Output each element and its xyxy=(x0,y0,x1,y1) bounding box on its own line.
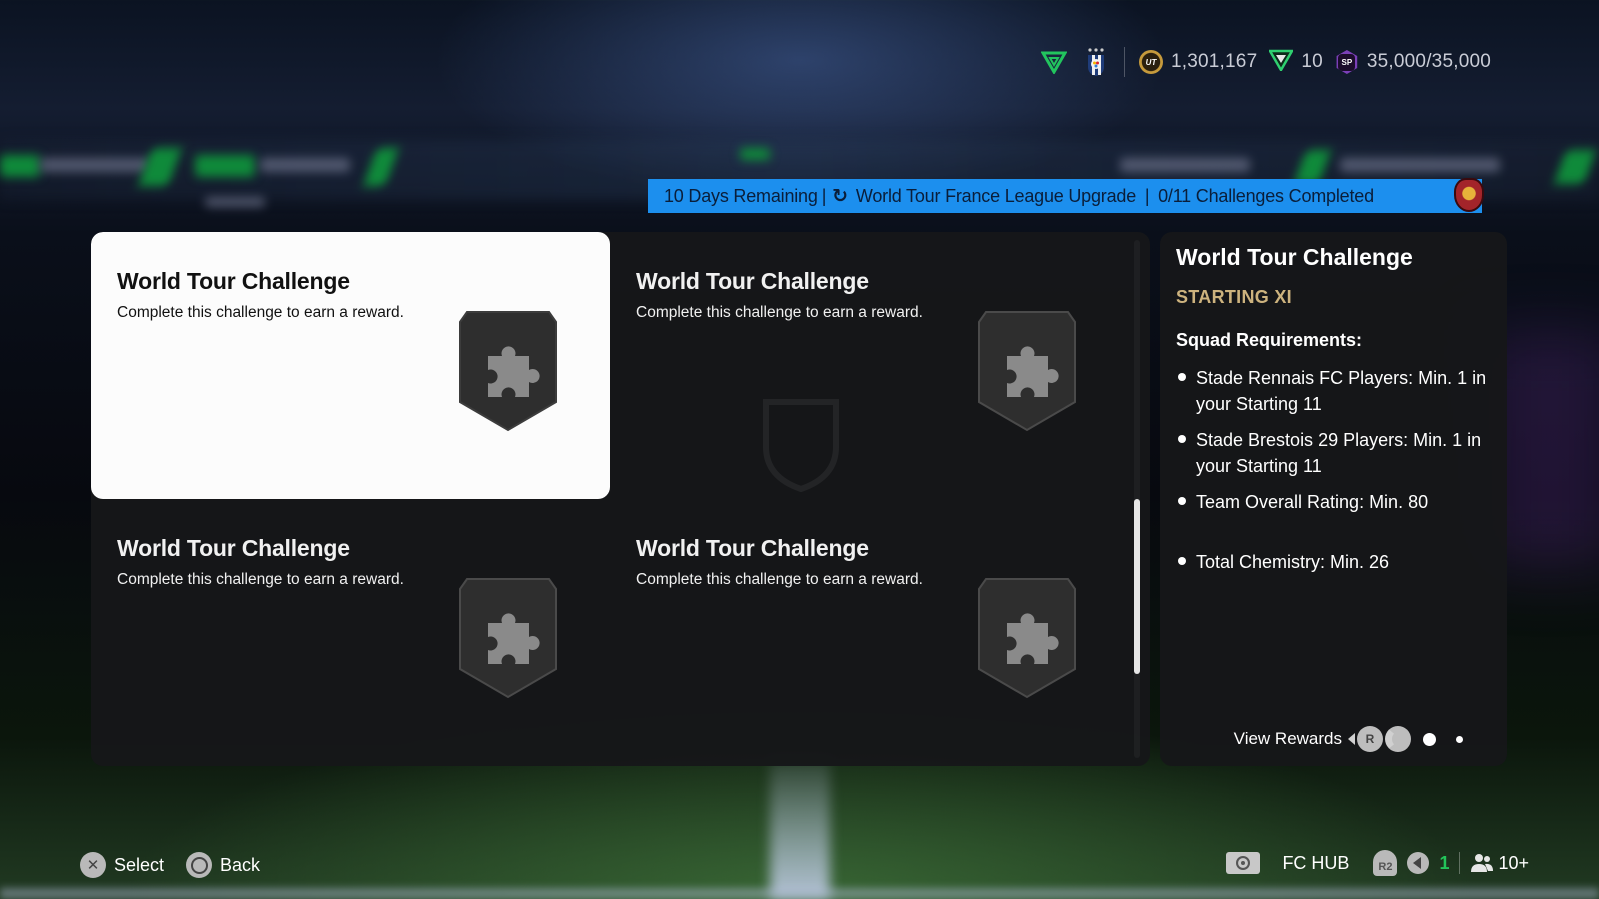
requirement-text: Team Overall Rating: Min. 80 xyxy=(1196,492,1429,512)
challenge-title: World Tour Challenge xyxy=(636,535,869,561)
background-pitch-line xyxy=(0,888,1599,899)
requirements-heading: Squad Requirements: xyxy=(1176,330,1363,350)
season-points-value: 35,000/35,000 xyxy=(1366,51,1491,72)
club-crest-icon xyxy=(1082,48,1110,76)
refresh-icon: ↻ xyxy=(832,185,848,207)
view-rewards-button[interactable]: View Rewards R xyxy=(1234,726,1463,752)
fc-points-icon xyxy=(1268,49,1295,76)
background-ad xyxy=(740,148,770,160)
puzzle-reward-icon xyxy=(978,311,1076,432)
club-badge-icon xyxy=(1040,48,1068,76)
view-rewards-label: View Rewards xyxy=(1233,729,1342,748)
friends-button[interactable]: 10+ xyxy=(1470,853,1529,874)
league-trophy-icon xyxy=(1454,178,1484,212)
challenge-card[interactable]: World Tour Challenge Complete this chall… xyxy=(610,499,1129,766)
background-ad xyxy=(0,155,40,177)
scrollbar-thumb[interactable] xyxy=(1134,499,1140,674)
background-pitch-line xyxy=(770,760,830,899)
requirement-item: Total Chemistry: Min. 26 xyxy=(1176,549,1491,575)
touchpad-icon xyxy=(1226,852,1261,874)
background-ad xyxy=(260,158,350,172)
arrow-right-icon xyxy=(1385,726,1411,752)
fc-hub-button[interactable]: FC HUB xyxy=(1282,853,1349,874)
puzzle-reward-icon xyxy=(459,311,557,432)
background-ad xyxy=(1340,158,1500,172)
r2-button-icon: R2 xyxy=(1373,850,1398,876)
requirement-text: Stade Brestois 29 Players: Min. 1 in you… xyxy=(1196,430,1482,476)
detail-subtitle: STARTING XI xyxy=(1176,287,1292,307)
bullet-icon xyxy=(1178,435,1186,443)
requirement-item: Stade Brestois 29 Players: Min. 1 in you… xyxy=(1176,427,1491,479)
requirement-item: Team Overall Rating: Min. 80 xyxy=(1176,489,1491,515)
fc-points-value: 10 xyxy=(1301,51,1323,72)
sp-icon: SP xyxy=(1336,50,1358,74)
season-points-balance: SP 35,000/35,000 xyxy=(1335,50,1491,74)
challenge-card[interactable]: World Tour Challenge Complete this chall… xyxy=(91,499,610,766)
background-ad xyxy=(1120,158,1250,172)
requirement-text: Total Chemistry: Min. 26 xyxy=(1196,552,1390,572)
challenges-progress: 0/11 Challenges Completed xyxy=(1158,185,1374,206)
footer-status: FC HUB R2 1 10+ xyxy=(1226,850,1529,876)
cross-button-icon: ✕ xyxy=(80,852,106,878)
coins-balance: UT 1,301,167 xyxy=(1139,50,1257,74)
challenge-detail-panel: World Tour Challenge STARTING XI Squad R… xyxy=(1160,232,1507,766)
circle-button-icon xyxy=(186,852,213,878)
challenge-title: World Tour Challenge xyxy=(636,268,869,294)
challenge-card[interactable]: World Tour Challenge Complete this chall… xyxy=(91,232,610,499)
detail-title: World Tour Challenge xyxy=(1176,244,1413,270)
arrow-left-icon xyxy=(1348,733,1355,745)
currency-bar: UT 1,301,167 10 SP 35,000/35,000 xyxy=(1040,44,1491,80)
requirements-list: Stade Rennais FC Players: Min. 1 in your… xyxy=(1176,365,1491,575)
days-remaining: 10 Days Remaining xyxy=(664,185,818,206)
notification-count: 1 xyxy=(1439,852,1450,873)
background-ad xyxy=(195,155,255,177)
puzzle-reward-icon xyxy=(459,578,557,699)
fc-points-balance: 10 xyxy=(1268,49,1323,76)
challenge-title: World Tour Challenge xyxy=(117,268,350,294)
challenge-title: World Tour Challenge xyxy=(117,535,350,561)
divider xyxy=(1124,47,1126,77)
divider xyxy=(1459,852,1461,874)
page-indicator[interactable] xyxy=(1456,735,1463,743)
friends-count: 10+ xyxy=(1498,852,1529,873)
r-button-glyph: R xyxy=(1357,726,1383,752)
objective-banner[interactable]: 10 Days Remaining | ↻ World Tour France … xyxy=(648,179,1482,213)
notifications-icon[interactable] xyxy=(1407,852,1430,874)
banner-title: World Tour France League Upgrade xyxy=(855,185,1137,206)
footer-controls: ✕ Select Back xyxy=(80,852,274,878)
banner-separator: | xyxy=(821,185,827,206)
requirement-text: Stade Rennais FC Players: Min. 1 in your… xyxy=(1196,368,1487,414)
select-button[interactable]: Select xyxy=(114,855,164,876)
challenge-card[interactable]: World Tour Challenge Complete this chall… xyxy=(610,232,1129,499)
coins-value: 1,301,167 xyxy=(1171,51,1258,72)
puzzle-reward-icon xyxy=(978,578,1076,699)
coins-icon: UT xyxy=(1139,50,1164,74)
background-ad xyxy=(205,197,265,207)
challenge-grid: World Tour Challenge Complete this chall… xyxy=(91,232,1150,766)
friends-icon xyxy=(1471,854,1494,872)
background-ad xyxy=(40,158,150,172)
banner-separator: | xyxy=(1140,185,1155,206)
back-button[interactable]: Back xyxy=(220,855,260,876)
requirement-item: Stade Rennais FC Players: Min. 1 in your… xyxy=(1176,365,1491,417)
bullet-icon xyxy=(1178,497,1186,505)
bullet-icon xyxy=(1178,373,1186,381)
bullet-icon xyxy=(1178,557,1186,565)
page-indicator-active[interactable] xyxy=(1423,732,1436,746)
r-stick-icon: R xyxy=(1348,726,1411,752)
